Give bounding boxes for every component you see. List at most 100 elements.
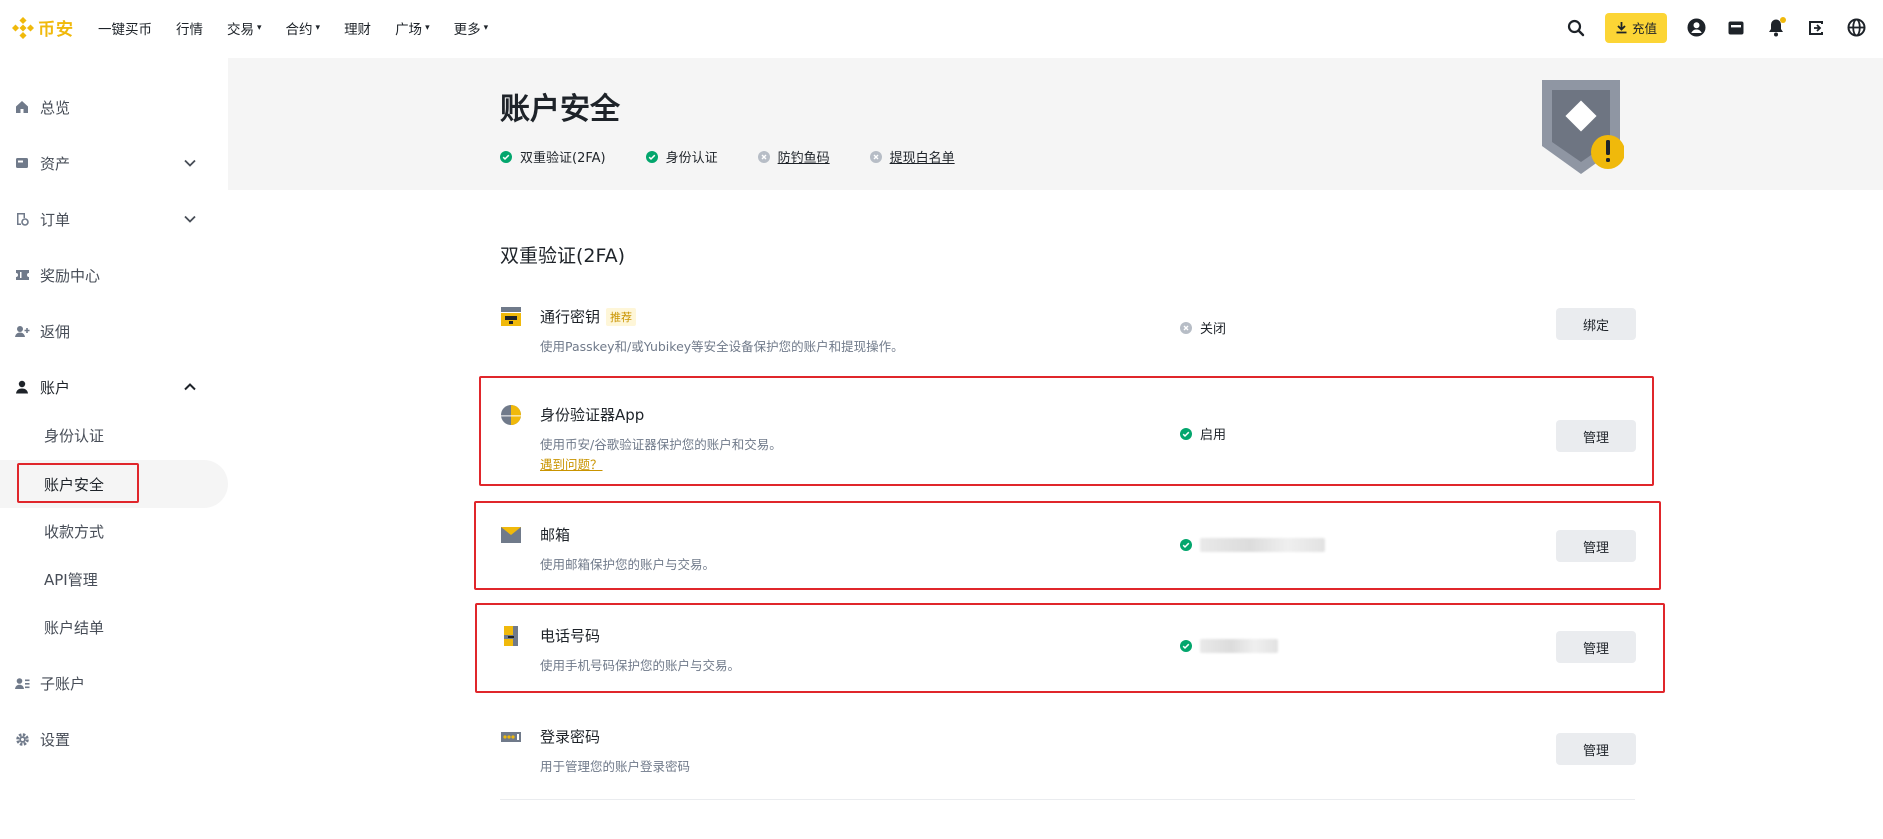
help-link[interactable]: 遇到问题？ [540,454,603,473]
recommend-badge: 推荐 [606,307,637,326]
manage-email-button[interactable]: 管理 [1556,530,1636,562]
row-description: 使用Passkey和/或Yubikey等安全设备保护您的账户和提现操作。 [540,339,904,354]
nav-item-square[interactable]: 广场 ▾ [395,18,430,38]
security-row-authenticator: 身份验证器App 使用币安/谷歌验证器保护您的账户和交易。 遇到问题？ 启用 管… [500,404,1636,473]
nav-item-earn[interactable]: 理财 [344,18,371,38]
bell-icon[interactable] [1765,16,1787,39]
check-circle-icon [1180,427,1192,440]
chevron-down-icon: ▾ [425,22,430,33]
sidebar-sub-payment-methods[interactable]: 收款方式 [0,511,228,551]
nav-item-more[interactable]: 更多 ▾ [454,18,489,38]
check-2fa: 双重验证(2FA) [500,147,606,166]
chevron-down-icon: ▾ [315,22,321,33]
home-icon [14,99,30,115]
sidebar: 总览 资产 订单 奖励中心 返佣 账户 身份认证 账户安全 收款方式 API管理… [0,55,228,839]
security-header-band [228,58,1883,190]
row-description: 用于管理您的账户登录密码 [540,759,691,774]
sidebar-item-overview[interactable]: 总览 [0,89,228,125]
row-title: 登录密码 [540,728,601,746]
binance-logo-icon [12,16,34,39]
sidebar-item-orders[interactable]: 订单 [0,201,228,237]
download-app-icon[interactable] [1805,17,1827,39]
top-nav: 币安 一键买币 行情 交易 ▾ 合约 ▾ 理财 广场 ▾ 更多 ▾ 充值 [0,0,1883,55]
row-description: 使用邮箱保护您的账户与交易。 [540,557,716,572]
security-row-email: 邮箱 使用邮箱保护您的账户与交易。 管理 [500,524,1636,572]
sidebar-item-account[interactable]: 账户 [0,369,228,405]
globe-icon[interactable] [1845,17,1867,39]
wallet-icon[interactable] [1725,17,1747,39]
sidebar-sub-api-management[interactable]: API管理 [0,559,228,599]
row-status: 启用 [1180,424,1226,443]
logo-text: 币安 [38,20,74,40]
notification-dot [1780,16,1786,23]
sidebar-item-assets[interactable]: 资产 [0,145,228,181]
section-title-2fa: 双重验证(2FA) [500,245,626,267]
security-row-phone: 电话号码 使用手机号码保护您的账户与交易。 管理 [500,625,1636,673]
x-circle-icon [1180,321,1192,334]
chevron-down-icon: ▾ [257,22,262,33]
sidebar-sub-identity[interactable]: 身份认证 [0,415,228,455]
check-withdraw-whitelist[interactable]: 提现白名单 [869,147,955,166]
x-circle-icon [869,150,882,163]
row-status [1180,538,1325,552]
wallet-icon [14,155,30,171]
order-icon [14,211,30,227]
users-icon [14,675,30,691]
row-title: 通行密钥 [540,308,601,326]
bind-passkey-button[interactable]: 绑定 [1556,308,1636,340]
check-circle-icon [1180,640,1192,652]
section-divider [500,799,1635,800]
check-identity: 身份认证 [645,147,718,166]
ticket-icon [14,267,30,283]
sidebar-sub-statements[interactable]: 账户结单 [0,607,228,647]
check-circle-icon [1180,539,1192,551]
sidebar-item-settings[interactable]: 设置 [0,721,228,757]
nav-item-buy-crypto[interactable]: 一键买币 [98,18,152,38]
check-circle-icon [500,150,512,163]
user-icon[interactable] [1685,17,1707,39]
masked-email [1200,538,1325,552]
x-circle-icon [757,150,770,163]
search-icon[interactable] [1565,17,1587,39]
check-circle-icon [645,150,658,163]
check-anti-phishing[interactable]: 防钓鱼码 [757,147,830,166]
download-icon [1616,22,1627,34]
manage-authenticator-button[interactable]: 管理 [1556,420,1636,452]
authenticator-icon [501,405,521,425]
security-checklist: 双重验证(2FA) 身份认证 防钓鱼码 提现白名单 [500,147,995,166]
sidebar-item-subaccount[interactable]: 子账户 [0,665,228,701]
row-title: 电话号码 [540,627,601,645]
page-title: 账户安全 [500,92,620,127]
manage-phone-button[interactable]: 管理 [1556,631,1636,663]
nav-item-futures[interactable]: 合约 ▾ [286,18,321,38]
masked-phone [1200,639,1278,653]
nav-item-markets[interactable]: 行情 [176,18,203,38]
row-title: 身份验证器App [540,406,645,424]
sidebar-sub-account-security[interactable]: 账户安全 [0,460,228,508]
password-icon [501,732,521,742]
security-row-passkey: 通行密钥 推荐 使用Passkey和/或Yubikey等安全设备保护您的账户和提… [500,306,1636,354]
phone-icon [504,626,518,646]
sidebar-item-rewards[interactable]: 奖励中心 [0,257,228,293]
security-row-password: 登录密码 用于管理您的账户登录密码 管理 [500,726,1636,774]
row-status: 关闭 [1180,318,1226,337]
main-menu: 一键买币 行情 交易 ▾ 合约 ▾ 理财 广场 ▾ 更多 ▾ [98,0,512,55]
header-tools: 充值 [1547,0,1883,55]
row-title: 邮箱 [540,526,571,544]
gear-icon [14,731,30,747]
chevron-down-icon: ▾ [483,22,489,33]
row-status [1180,639,1278,653]
chevron-down-icon [184,213,196,226]
chevron-down-icon [184,157,196,170]
email-icon [501,527,521,543]
sidebar-item-referral[interactable]: 返佣 [0,313,228,349]
chevron-up-icon [184,381,196,394]
passkey-icon [501,307,521,326]
manage-password-button[interactable]: 管理 [1556,733,1636,765]
nav-item-trade[interactable]: 交易 ▾ [227,18,262,38]
logo[interactable]: 币安 [12,15,74,40]
row-description: 使用手机号码保护您的账户与交易。 [540,658,741,673]
row-description: 使用币安/谷歌验证器保护您的账户和交易。 [540,437,782,452]
shield-warning-icon [1542,80,1624,174]
deposit-button[interactable]: 充值 [1604,12,1667,43]
